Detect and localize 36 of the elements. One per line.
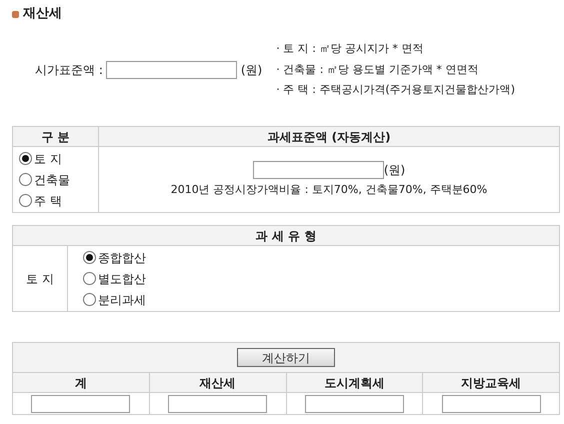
section-title: 재산세 — [23, 5, 62, 24]
ratio-note: 2010년 공정시장가액비율 : 토지70%, 건축물70%, 주택분60% — [170, 182, 488, 198]
radio-button[interactable] — [19, 173, 32, 186]
radio-button[interactable] — [83, 293, 96, 306]
table-header: 재산세 — [149, 372, 286, 392]
input-field[interactable] — [442, 394, 541, 413]
radio-label: 주 택 — [34, 192, 62, 210]
unit-label: (원) — [384, 162, 406, 179]
field-label: 시가표준액 : — [35, 62, 103, 79]
radio-button[interactable] — [83, 251, 96, 264]
radio-label: 건축물 — [34, 172, 70, 188]
input-field[interactable] — [31, 394, 130, 413]
radio-label: 토 지 — [34, 150, 62, 168]
radio-label: 분리과세 — [98, 292, 146, 308]
radio-button[interactable] — [19, 152, 32, 165]
bullet-icon — [12, 10, 19, 18]
unit-label: (원) — [240, 62, 262, 79]
table-cell: 토 지 — [12, 246, 68, 312]
table-header: 계 — [12, 372, 150, 392]
input-field[interactable] — [106, 61, 237, 79]
table-header: 구 분 — [12, 126, 98, 146]
formula-note: · 건축물 : ㎡당 용도별 기준가액 * 연면적 — [276, 62, 480, 78]
formula-note: · 주 택 : 주택공시가격(주거용토지건물합산가액) — [276, 82, 516, 98]
table-header: 도시계획세 — [286, 372, 423, 392]
radio-label: 종합합산 — [98, 250, 146, 266]
calculate-button[interactable]: 계산하기 — [237, 348, 335, 367]
radio-button[interactable] — [19, 194, 32, 207]
input-field[interactable] — [304, 394, 404, 413]
input-field[interactable] — [168, 394, 268, 413]
input-field[interactable] — [252, 160, 384, 179]
table-header: 과세표준액 (자동계산) — [98, 126, 560, 146]
radio-label: 별도합산 — [98, 270, 146, 288]
table-header: 지방교육세 — [422, 372, 560, 392]
table-header: 과 세 유 형 — [12, 226, 560, 246]
formula-note: · 토 지 : ㎡당 공시지가 * 면적 — [276, 41, 424, 58]
radio-button[interactable] — [83, 272, 96, 285]
